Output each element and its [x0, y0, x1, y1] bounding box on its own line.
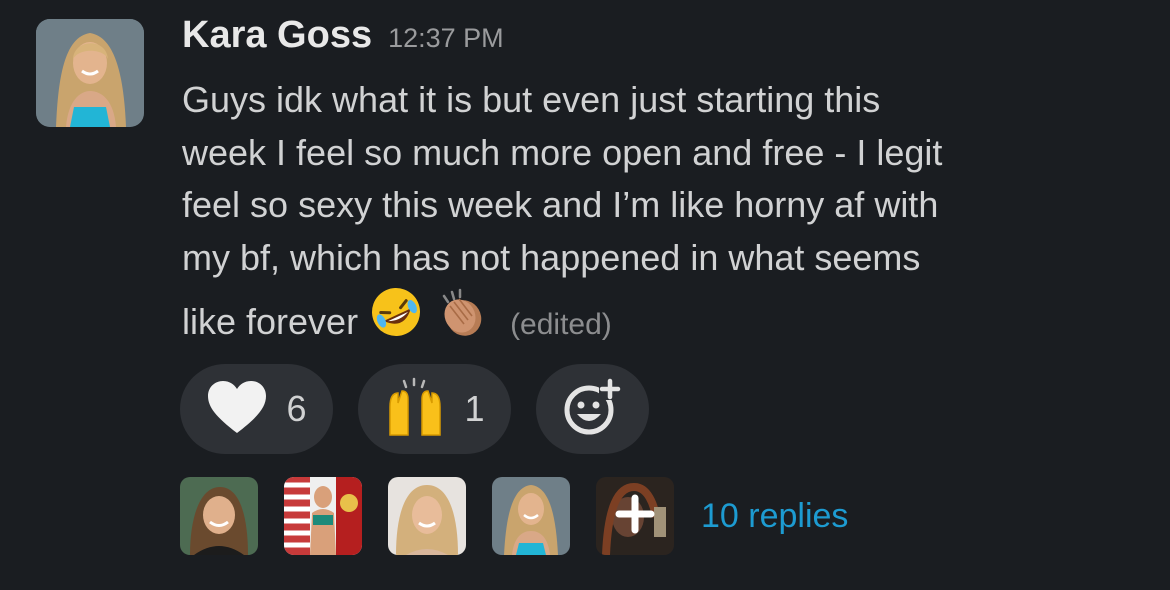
- clapping-hands-emoji: [434, 284, 490, 355]
- plus-icon: [615, 494, 655, 539]
- rolling-on-floor-laughing-emoji: [368, 284, 424, 355]
- reaction-count: 6: [286, 388, 307, 429]
- add-reaction-button[interactable]: [536, 364, 649, 454]
- reaction-heart-button[interactable]: 6: [180, 364, 333, 454]
- replies-link[interactable]: 10 replies: [701, 497, 848, 536]
- reaction-raising-hands-button[interactable]: 1: [358, 364, 511, 454]
- message-line: week I feel so much more open and free -…: [182, 131, 943, 173]
- reactions-bar: 6 1: [180, 364, 649, 454]
- message-timestamp[interactable]: 12:37 PM: [388, 23, 504, 54]
- reply-participant-avatar: [180, 477, 258, 555]
- message-line: Guys idk what it is but even just starti…: [182, 79, 881, 120]
- message-line: feel so sexy this week and I’m like horn…: [182, 184, 939, 225]
- reply-participant-avatar: [492, 477, 570, 555]
- author-avatar[interactable]: [36, 19, 144, 127]
- more-participants-avatar: [596, 477, 674, 555]
- message-body: Guys idk what it is but even just starti…: [182, 74, 1112, 355]
- message-item[interactable]: Kara Goss 12:37 PM Guys idk what it is b…: [0, 0, 1170, 590]
- raising-hands-emoji: [384, 377, 446, 442]
- message-line: my bf, which has not happened in what se…: [182, 236, 921, 278]
- author-name[interactable]: Kara Goss: [182, 14, 372, 57]
- reply-participant-avatar: [284, 477, 362, 555]
- message-last-line: like forever (edited): [182, 284, 1112, 355]
- thread-summary[interactable]: 10 replies: [180, 477, 848, 555]
- reply-participant-avatar: [388, 477, 466, 555]
- message-line: like forever: [182, 301, 359, 342]
- reaction-count: 1: [464, 388, 485, 429]
- white-heart-icon: [206, 379, 268, 440]
- add-reaction-icon: [563, 377, 623, 441]
- edited-label: (edited): [510, 308, 612, 341]
